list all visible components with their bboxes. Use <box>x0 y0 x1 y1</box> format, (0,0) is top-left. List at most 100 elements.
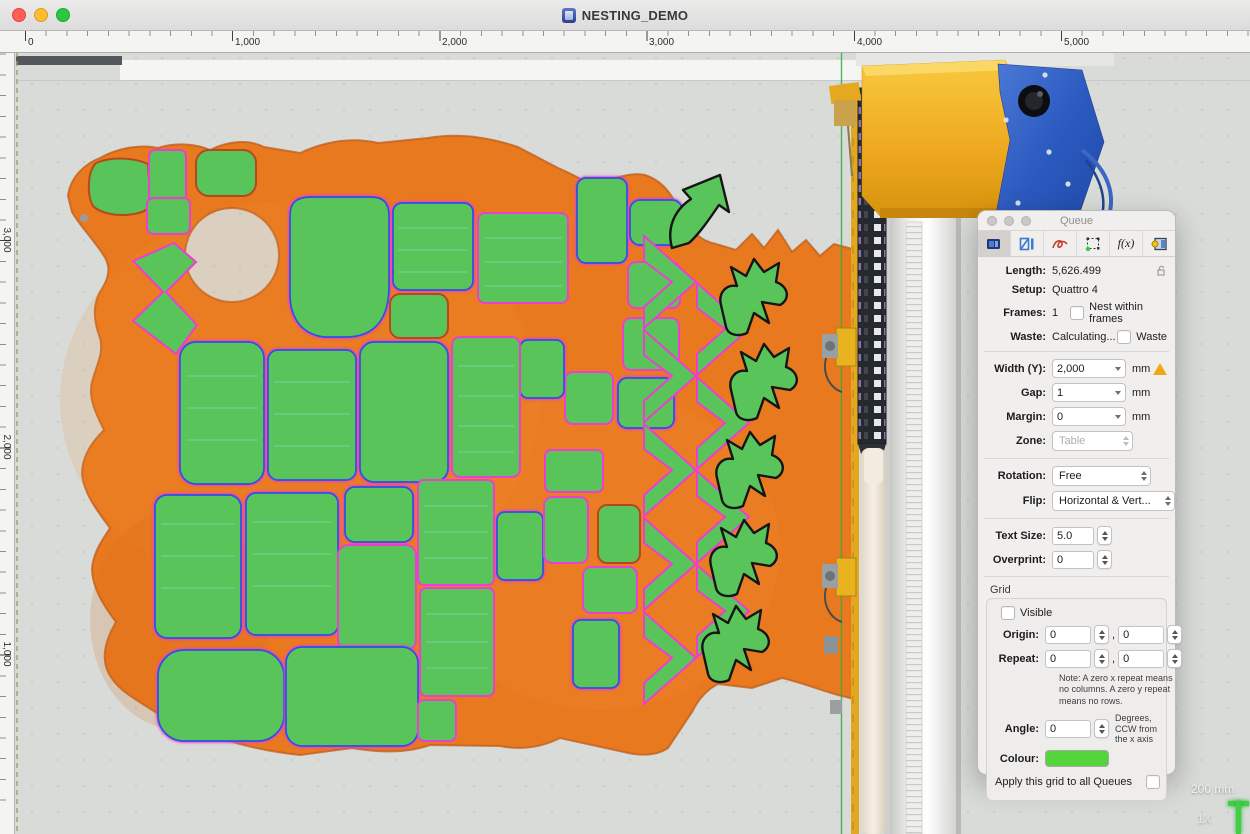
queue-panel-toolbar: f(x) <box>978 231 1175 257</box>
ruler-tick-label: 1,000 <box>1 641 12 666</box>
margin-unit: mm <box>1132 411 1150 423</box>
waste-checkbox-label: Waste <box>1136 331 1167 343</box>
nested-piece <box>286 647 418 746</box>
nest-within-frames-label: Nest within frames <box>1089 301 1167 325</box>
length-row: Length: 5,626.499 <box>986 263 1167 279</box>
visible-row: Visible <box>993 606 1160 620</box>
nesting-icon <box>985 236 1003 252</box>
nested-piece <box>338 545 416 650</box>
document-icon <box>562 8 576 23</box>
text-size-row: Text Size: 5.0 <box>986 526 1167 545</box>
nested-piece <box>565 372 613 424</box>
overprint-field[interactable]: 0 <box>1052 551 1094 569</box>
ruler-tick-label: 2,000 <box>1 434 12 459</box>
repeat-x-field[interactable]: 0 <box>1045 650 1091 668</box>
width-label: Width (Y): <box>986 363 1046 375</box>
flip-label: Flip: <box>986 495 1046 507</box>
unlock-icon[interactable] <box>1155 263 1167 279</box>
repeat-row: Repeat: 0 , 0 <box>993 649 1160 668</box>
nested-piece <box>544 497 588 563</box>
nested-piece <box>478 213 568 303</box>
rotation-label: Rotation: <box>986 470 1046 482</box>
length-label: Length: <box>986 265 1046 277</box>
origin-x-stepper[interactable] <box>1094 625 1109 644</box>
rotation-row: Rotation: Free <box>986 466 1167 486</box>
zone-row: Zone: Table <box>986 431 1167 451</box>
text-size-field[interactable]: 5.0 <box>1052 527 1094 545</box>
grid-visible-label: Visible <box>1020 607 1052 619</box>
marquee-select-icon <box>1084 236 1102 252</box>
tab-machine[interactable] <box>1143 231 1175 256</box>
nested-piece <box>418 700 456 741</box>
grid-groupbox: Visible Origin: 0 , 0 Repeat: 0 <box>986 598 1167 801</box>
angle-hint: Degrees, CCW from the x axis <box>1115 713 1160 745</box>
ruler-tick-label: 5,000 <box>1064 37 1089 48</box>
width-unit: mm <box>1132 363 1150 375</box>
nested-piece <box>452 337 520 477</box>
ruler-tick-label: 3,000 <box>1 227 12 252</box>
comma: , <box>1112 653 1115 665</box>
width-combo[interactable]: 2,000 <box>1052 359 1126 378</box>
nested-piece <box>497 512 543 580</box>
gap-row: Gap: 1 mm <box>986 383 1167 402</box>
apply-row: Apply this grid to all Queues <box>993 775 1160 789</box>
scale-distance-label: 200 mm <box>1191 782 1234 796</box>
nested-piece <box>155 495 241 638</box>
queue-panel-titlebar[interactable]: Queue <box>978 211 1175 231</box>
nested-piece <box>246 493 338 635</box>
angle-field[interactable]: 0 <box>1045 720 1091 738</box>
minimize-button[interactable] <box>34 8 48 22</box>
application-window: .pc{fill:#58c45a;} .B{stroke:#2b52e2;str… <box>0 0 1250 834</box>
nested-piece <box>268 350 356 480</box>
angle-row: Angle: 0 Degrees, CCW from the x axis <box>993 713 1160 745</box>
tab-function[interactable]: f(x) <box>1110 231 1143 256</box>
colour-swatch[interactable] <box>1045 750 1109 767</box>
apply-grid-checkbox[interactable] <box>1146 775 1160 789</box>
rotation-select[interactable]: Free <box>1052 466 1151 486</box>
overprint-stepper[interactable] <box>1097 550 1112 569</box>
origin-y-field[interactable]: 0 <box>1118 626 1164 644</box>
ruler-corner <box>0 30 14 53</box>
text-size-stepper[interactable] <box>1097 526 1112 545</box>
apply-grid-label: Apply this grid to all Queues <box>995 776 1132 788</box>
nested-piece <box>290 197 389 337</box>
zone-select: Table <box>1052 431 1133 451</box>
grid-visible-checkbox[interactable] <box>1001 606 1015 620</box>
tab-select[interactable] <box>1077 231 1110 256</box>
tab-path[interactable] <box>1044 231 1077 256</box>
overprint-row: Overprint: 0 <box>986 550 1167 569</box>
panel-title: Queue <box>978 215 1175 227</box>
nested-piece <box>345 487 413 542</box>
gap-combo[interactable]: 1 <box>1052 383 1126 402</box>
nested-piece <box>520 340 564 398</box>
nested-piece <box>545 450 603 492</box>
repeat-y-field[interactable]: 0 <box>1118 650 1164 668</box>
flip-select[interactable]: Horizontal & Vert... <box>1052 491 1175 511</box>
path-icon <box>1051 236 1069 252</box>
zone-label: Zone: <box>986 435 1046 447</box>
nested-piece <box>180 342 264 484</box>
nested-piece <box>393 203 473 290</box>
waste-checkbox[interactable] <box>1117 330 1131 344</box>
angle-stepper[interactable] <box>1094 719 1109 738</box>
nested-piece <box>89 159 151 215</box>
tab-sheet[interactable] <box>1011 231 1044 256</box>
close-button[interactable] <box>12 8 26 22</box>
nested-piece <box>598 505 640 563</box>
margin-combo[interactable]: 0 <box>1052 407 1126 426</box>
grid-section-label: Grid <box>990 584 1167 596</box>
origin-y-stepper[interactable] <box>1167 625 1182 644</box>
nested-piece <box>158 650 284 741</box>
tab-nesting[interactable] <box>978 231 1011 256</box>
repeat-y-stepper[interactable] <box>1167 649 1182 668</box>
zoom-button[interactable] <box>56 8 70 22</box>
queue-panel: Queue <box>977 210 1176 775</box>
length-value: 5,626.499 <box>1052 265 1101 277</box>
waste-row: Waste: Calculating... Waste <box>986 330 1167 344</box>
repeat-x-stepper[interactable] <box>1094 649 1109 668</box>
origin-x-field[interactable]: 0 <box>1045 626 1091 644</box>
window-titlebar: NESTING_DEMO <box>0 0 1250 31</box>
colour-row: Colour: <box>993 750 1160 767</box>
angle-label: Angle: <box>993 723 1039 735</box>
nest-within-frames-checkbox[interactable] <box>1070 306 1084 320</box>
